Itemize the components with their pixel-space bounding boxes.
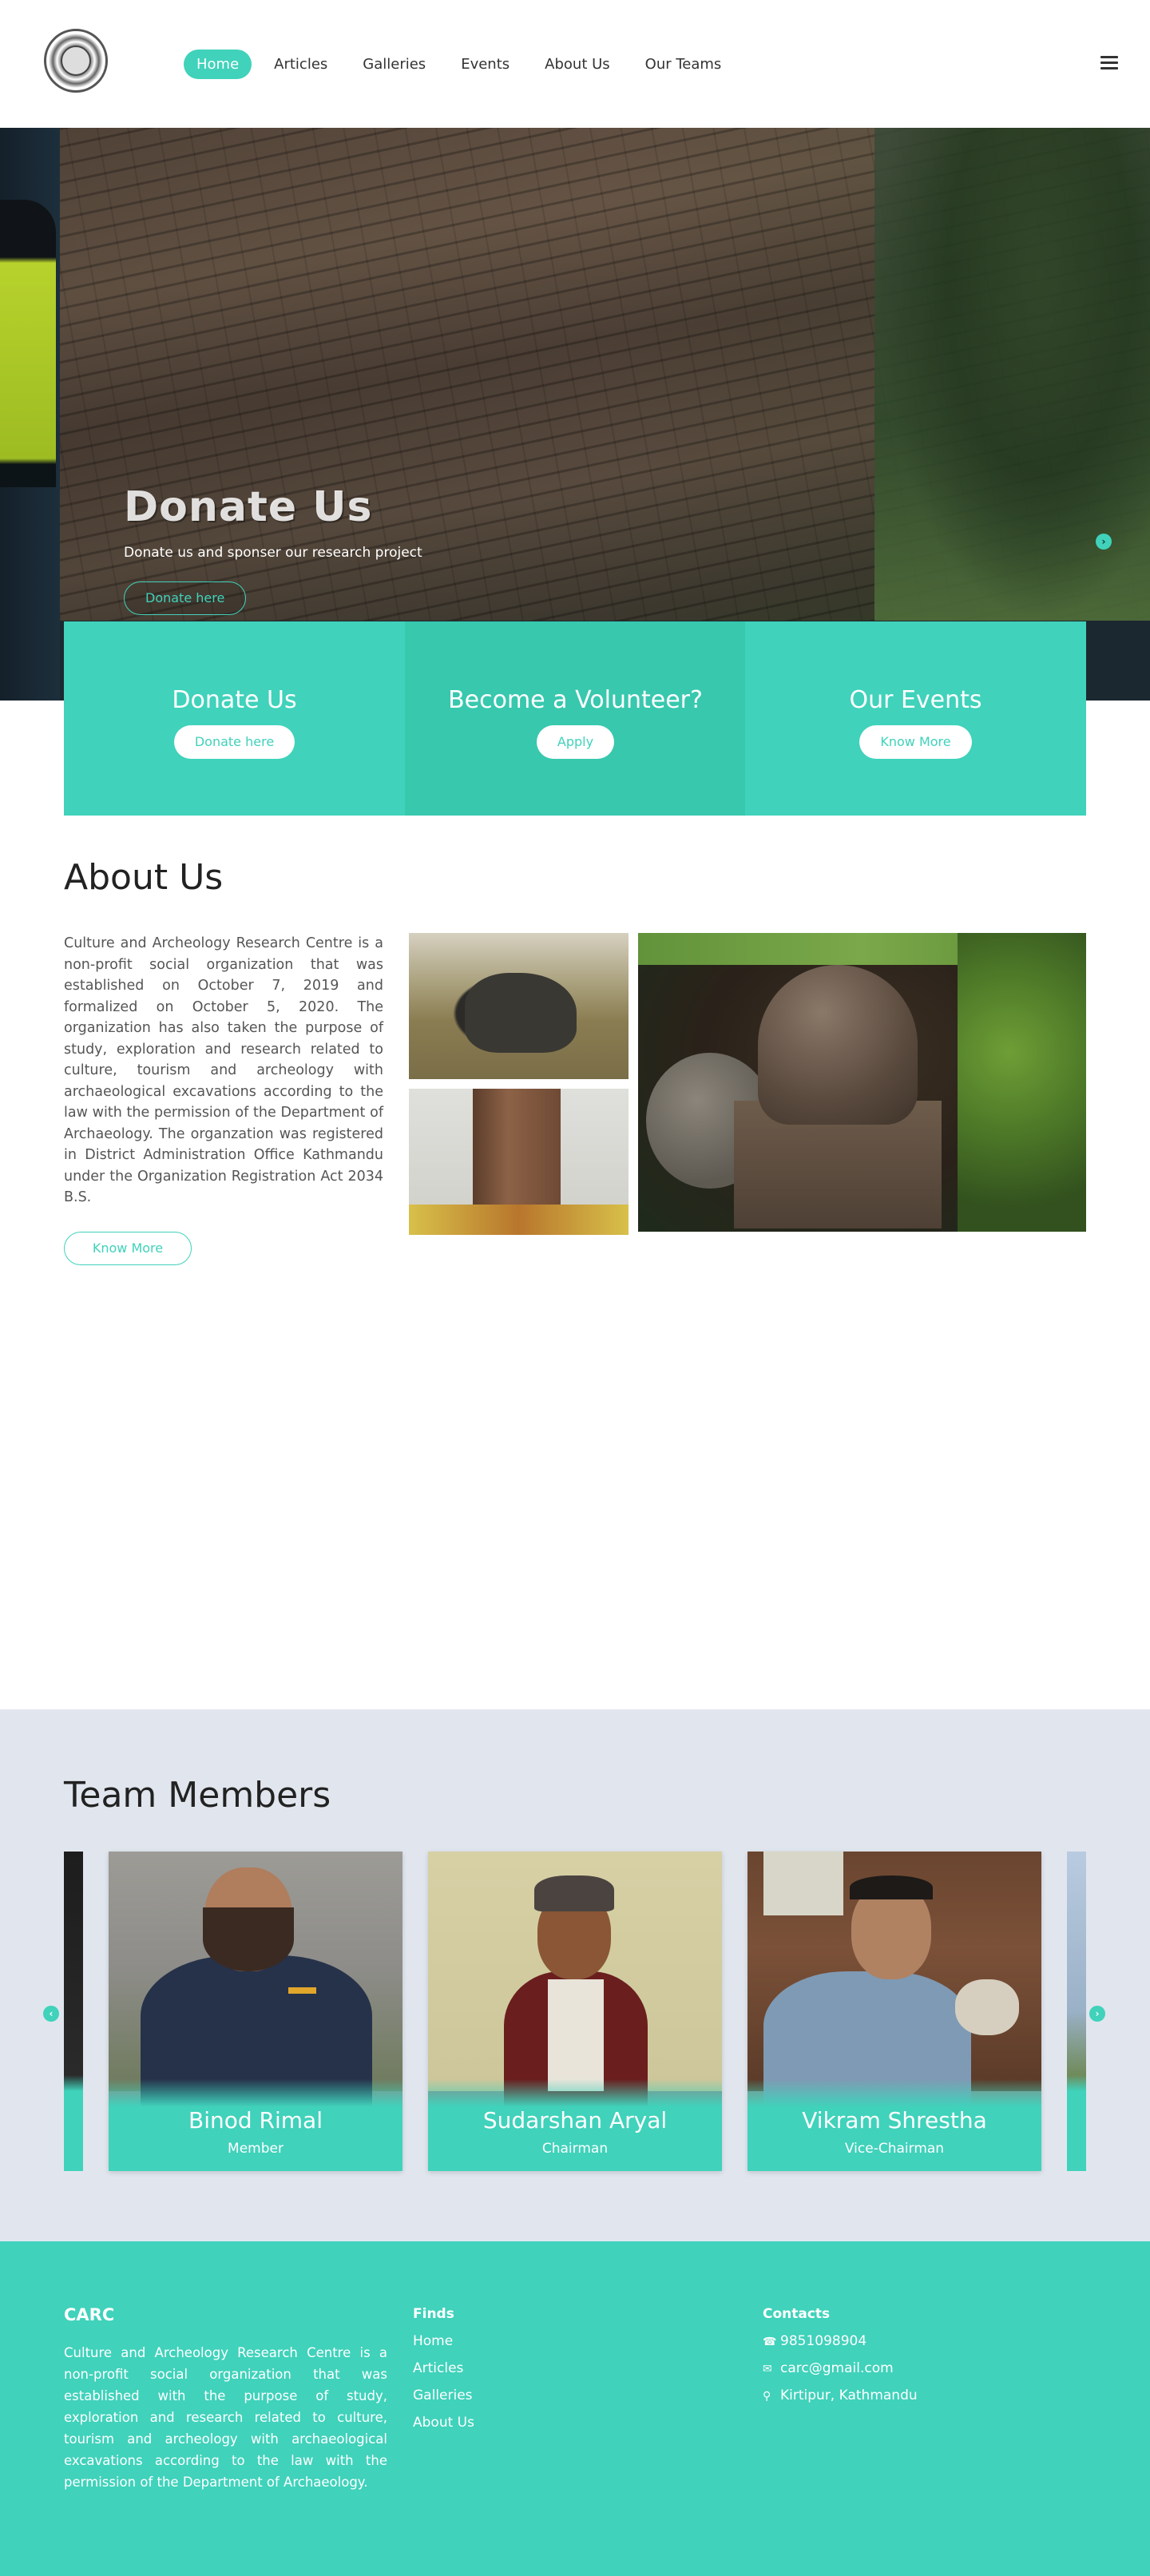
logo-emblem xyxy=(61,46,91,76)
hamburger-icon[interactable] xyxy=(1100,56,1118,70)
team-section: Team Members Binod Rimal Member Sudarsha… xyxy=(0,1709,1150,2241)
cta-know-more-button[interactable]: Know More xyxy=(859,725,972,759)
map-marker-icon: ⚲ xyxy=(763,2389,771,2403)
cta-donate-button[interactable]: Donate here xyxy=(173,725,295,759)
team-title: Team Members xyxy=(64,1775,331,1816)
about-text: Culture and Archeology Research Centre i… xyxy=(64,935,383,1205)
phone-icon: ☎ xyxy=(763,2335,777,2348)
nav-about-us[interactable]: About Us xyxy=(532,50,623,79)
member-name: Vikram Shrestha xyxy=(802,2107,987,2133)
member-name: Binod Rimal xyxy=(188,2107,323,2133)
cta-donate: Donate Us Donate here xyxy=(64,621,405,816)
about-know-more-button[interactable]: Know More xyxy=(64,1232,192,1265)
member-photo xyxy=(109,1852,402,2107)
footer-link-galleries[interactable]: Galleries xyxy=(413,2387,474,2405)
footer-carc-text: Culture and Archeology Research Centre i… xyxy=(64,2345,387,2490)
footer-about: CARC Culture and Archeology Research Cen… xyxy=(64,2305,387,2493)
team-card[interactable]: Vikram Shrestha Vice-Chairman xyxy=(748,1852,1041,2171)
footer-link-articles[interactable]: Articles xyxy=(413,2360,474,2378)
about-title: About Us xyxy=(64,857,224,898)
cta-events-title: Our Events xyxy=(849,686,982,714)
footer-carc-title: CARC xyxy=(64,2305,115,2324)
footer-finds-title: Finds xyxy=(413,2306,454,2322)
member-role: Chairman xyxy=(541,2141,609,2157)
logo[interactable] xyxy=(44,29,108,93)
site-header: Home Articles Galleries Events About Us … xyxy=(0,0,1150,128)
chevron-right-icon[interactable]: › xyxy=(1089,2006,1105,2022)
gallery-photo-stone[interactable] xyxy=(409,933,629,1079)
phone-text: 9851098904 xyxy=(780,2333,867,2349)
member-role: Vice-Chairman xyxy=(844,2141,945,2157)
team-card-partial-right xyxy=(1067,1852,1086,2171)
cta-volunteer: Become a Volunteer? Apply xyxy=(405,621,746,816)
hero-previous-slide-image xyxy=(0,128,60,701)
nav-galleries[interactable]: Galleries xyxy=(350,50,438,79)
team-card[interactable]: Binod Rimal Member xyxy=(109,1852,402,2171)
team-card-partial-left xyxy=(64,1852,83,2171)
footer-link-home[interactable]: Home xyxy=(413,2332,474,2351)
cta-events: Our Events Know More xyxy=(745,621,1086,816)
gallery-photo-stupa[interactable] xyxy=(638,933,1086,1232)
cta-volunteer-title: Become a Volunteer? xyxy=(448,686,703,714)
site-footer: CARC Culture and Archeology Research Cen… xyxy=(0,2241,1150,2576)
member-role: Member xyxy=(228,2141,284,2157)
member-photo xyxy=(748,1852,1041,2107)
nav-home[interactable]: Home xyxy=(184,50,252,79)
hero-title: Donate Us xyxy=(124,483,373,531)
footer-phone[interactable]: ☎ 9851098904 xyxy=(763,2332,918,2351)
main-nav: Home Articles Galleries Events About Us … xyxy=(184,50,744,79)
chevron-left-icon[interactable]: ‹ xyxy=(43,2006,59,2022)
footer-address: ⚲ Kirtipur, Kathmandu xyxy=(763,2387,918,2405)
member-photo xyxy=(428,1852,722,2107)
cta-donate-title: Donate Us xyxy=(172,686,297,714)
hero-donate-button[interactable]: Donate here xyxy=(124,581,247,615)
gallery-photo-pillar[interactable] xyxy=(409,1089,629,1235)
envelope-icon: ✉ xyxy=(763,2362,772,2376)
chevron-right-icon[interactable]: › xyxy=(1096,534,1112,550)
footer-contacts: Contacts ☎ 9851098904 ✉ carc@gmail.com ⚲ Ki… xyxy=(763,2305,918,2414)
nav-our-teams[interactable]: Our Teams xyxy=(632,50,735,79)
address-text: Kirtipur, Kathmandu xyxy=(780,2387,918,2403)
footer-contacts-title: Contacts xyxy=(763,2306,831,2322)
nav-articles[interactable]: Articles xyxy=(261,50,340,79)
hero-carousel: Donate Us Donate us and sponser our rese… xyxy=(0,128,1150,701)
nav-events[interactable]: Events xyxy=(448,50,522,79)
member-name: Sudarshan Aryal xyxy=(482,2107,668,2133)
footer-email[interactable]: ✉ carc@gmail.com xyxy=(763,2360,918,2378)
email-text: carc@gmail.com xyxy=(780,2360,894,2376)
footer-finds: Finds Home Articles Galleries About Us xyxy=(413,2305,474,2441)
team-card[interactable]: Sudarshan Aryal Chairman xyxy=(428,1852,722,2171)
cta-apply-button[interactable]: Apply xyxy=(536,725,615,759)
footer-link-about-us[interactable]: About Us xyxy=(413,2414,474,2432)
hero-subtitle: Donate us and sponser our research proje… xyxy=(124,545,422,561)
